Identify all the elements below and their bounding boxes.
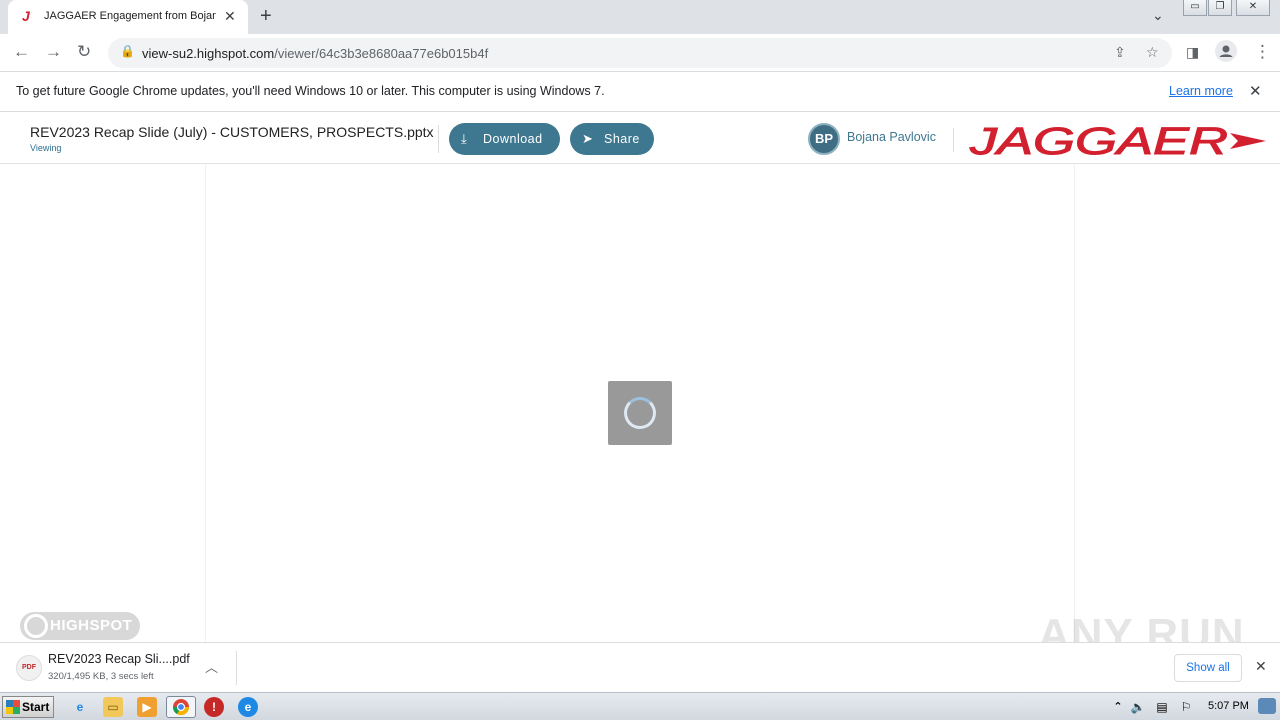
minimize-window-icon[interactable]: ▭ bbox=[1183, 0, 1207, 16]
viewer-content: HIGHSPOT ANY RUN bbox=[0, 164, 1280, 659]
system-tray: ⌃ 🔈 ▤ ⚐ bbox=[1106, 695, 1280, 719]
url-path: /viewer/64c3b3e8680aa77e6b015b4f bbox=[274, 46, 489, 61]
network-icon[interactable]: ▤ bbox=[1152, 697, 1172, 717]
browser-tab[interactable]: J JAGGAER Engagement from Bojana ✕ bbox=[8, 0, 248, 34]
forward-arrow-icon[interactable]: → bbox=[45, 42, 62, 62]
lock-icon[interactable]: 🔒 bbox=[120, 44, 135, 58]
download-progress-status: 320/1,495 KB, 3 secs left bbox=[48, 671, 154, 682]
shelf-close-icon[interactable]: ✕ bbox=[1255, 658, 1267, 675]
browser-toolbar: ← → ↻ 🔒 view-su2.highspot.com/viewer/64c… bbox=[0, 34, 1280, 72]
document-title: REV2023 Recap Slide (July) - CUSTOMERS, … bbox=[30, 124, 434, 140]
tab-close-icon[interactable]: ✕ bbox=[224, 8, 236, 25]
share-page-icon[interactable]: ⇪ bbox=[1114, 44, 1126, 61]
download-label: Download bbox=[483, 132, 543, 146]
clock[interactable]: 5:07 PM bbox=[1208, 700, 1249, 712]
highspot-badge[interactable]: HIGHSPOT bbox=[20, 612, 140, 640]
url-text[interactable]: view-su2.highspot.com/viewer/64c3b3e8680… bbox=[142, 46, 488, 61]
start-button[interactable]: Start bbox=[2, 696, 54, 718]
download-file-name[interactable]: REV2023 Recap Sli....pdf bbox=[48, 652, 190, 666]
paper-plane-icon: ➤ bbox=[582, 131, 594, 146]
user-avatar[interactable]: BP bbox=[808, 123, 840, 155]
update-infobar: To get future Google Chrome updates, you… bbox=[0, 72, 1280, 112]
edge-icon[interactable]: e bbox=[238, 697, 258, 717]
infobar-message: To get future Google Chrome updates, you… bbox=[16, 84, 605, 98]
download-icon: ⤓ bbox=[461, 131, 468, 146]
loading-indicator bbox=[608, 381, 672, 445]
chevron-up-icon[interactable]: ︿ bbox=[205, 657, 218, 676]
volume-icon[interactable]: 🔈 bbox=[1128, 697, 1148, 717]
highspot-logo-icon bbox=[24, 614, 48, 638]
shelf-divider bbox=[236, 651, 237, 685]
file-explorer-icon[interactable]: ▭ bbox=[103, 697, 123, 717]
share-button[interactable]: ➤ Share bbox=[570, 123, 654, 155]
share-label: Share bbox=[604, 132, 640, 146]
pdf-file-icon: PDF bbox=[16, 655, 42, 681]
new-tab-icon[interactable]: + bbox=[260, 5, 272, 28]
infobar-close-icon[interactable]: ✕ bbox=[1249, 82, 1262, 100]
internet-explorer-icon[interactable]: e bbox=[70, 697, 90, 717]
start-label: Start bbox=[22, 700, 50, 714]
header-divider-2 bbox=[953, 128, 954, 152]
tray-expand-icon[interactable]: ⌃ bbox=[1108, 697, 1128, 717]
chrome-menu-icon[interactable]: ⋮ bbox=[1254, 42, 1271, 62]
user-name[interactable]: Bojana Pavlovic bbox=[847, 130, 936, 144]
viewer-header: REV2023 Recap Slide (July) - CUSTOMERS, … bbox=[0, 113, 1280, 164]
download-button[interactable]: ⤓ Download bbox=[449, 123, 560, 155]
close-window-icon[interactable]: ✕ bbox=[1236, 0, 1270, 16]
opera-icon[interactable]: ! bbox=[204, 697, 224, 717]
spinner-icon bbox=[624, 397, 656, 429]
windows-logo-icon bbox=[6, 700, 20, 714]
bookmark-star-icon[interactable]: ☆ bbox=[1146, 44, 1159, 61]
address-bar[interactable]: 🔒 view-su2.highspot.com/viewer/64c3b3e86… bbox=[108, 38, 1172, 68]
learn-more-link[interactable]: Learn more bbox=[1169, 84, 1233, 98]
windows-taskbar: Start e ▭ ▶ ! e ⌃ 🔈 ▤ ⚐ 5:07 PM bbox=[0, 692, 1280, 720]
jaggaer-favicon-icon: J bbox=[22, 8, 30, 24]
download-shelf: PDF REV2023 Recap Sli....pdf 320/1,495 K… bbox=[0, 642, 1280, 692]
media-player-icon[interactable]: ▶ bbox=[137, 697, 157, 717]
show-desktop-icon[interactable] bbox=[1258, 698, 1276, 714]
chrome-taskbar-icon[interactable] bbox=[166, 696, 196, 718]
jaggaer-logo: JAGGAER bbox=[968, 121, 1266, 161]
tab-title: JAGGAER Engagement from Bojana bbox=[44, 10, 216, 22]
back-arrow-icon[interactable]: ← bbox=[13, 42, 30, 62]
action-center-flag-icon[interactable]: ⚐ bbox=[1176, 697, 1196, 717]
viewing-status: Viewing bbox=[30, 143, 62, 153]
url-host: view-su2.highspot.com bbox=[142, 46, 275, 61]
restore-window-icon[interactable]: ❐ bbox=[1208, 0, 1232, 16]
tab-strip: J JAGGAER Engagement from Bojana ✕ + ⌄ ▭… bbox=[0, 0, 1280, 34]
side-panel-icon[interactable]: ◨ bbox=[1186, 44, 1199, 61]
highspot-label: HIGHSPOT bbox=[50, 617, 133, 634]
svg-text:JAGGAER: JAGGAER bbox=[969, 121, 1228, 161]
header-divider bbox=[438, 125, 439, 153]
tab-search-chevron-icon[interactable]: ⌄ bbox=[1152, 7, 1164, 24]
reload-icon[interactable]: ↻ bbox=[77, 42, 91, 62]
profile-avatar-icon[interactable] bbox=[1215, 40, 1237, 67]
show-all-button[interactable]: Show all bbox=[1174, 654, 1242, 682]
